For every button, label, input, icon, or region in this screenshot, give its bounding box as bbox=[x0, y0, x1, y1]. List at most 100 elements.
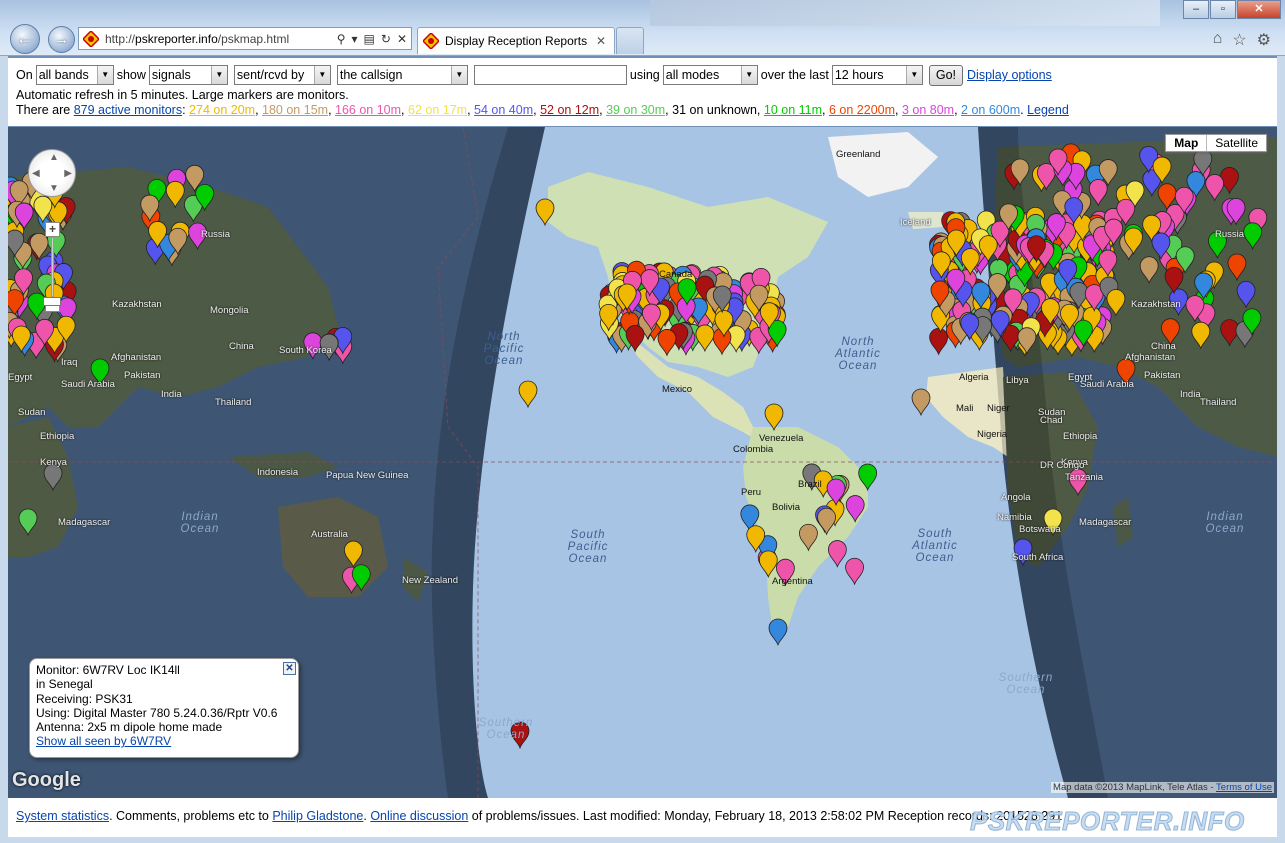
ocean-label: North Atlantic Ocean bbox=[835, 336, 881, 372]
map-place-label: Sudan bbox=[18, 407, 46, 418]
active-monitors-link[interactable]: 879 active monitors bbox=[74, 103, 182, 117]
using-label: using bbox=[629, 68, 660, 82]
band-count[interactable]: 6 on 2200m bbox=[829, 103, 895, 117]
refresh-icon[interactable]: ↻ bbox=[381, 32, 391, 46]
background-window-strip bbox=[650, 0, 1160, 26]
who-select-value: the callsign bbox=[339, 68, 403, 82]
band-count[interactable]: 39 on 30m bbox=[606, 103, 665, 117]
there-are-label: There are bbox=[16, 103, 71, 117]
map-place-label: China bbox=[229, 341, 254, 352]
band-separator: , bbox=[467, 103, 475, 117]
map-place-label: India bbox=[161, 389, 182, 400]
band-count[interactable]: 52 on 12m bbox=[540, 103, 599, 117]
band-summary: There are 879 active monitors: 274 on 20… bbox=[16, 103, 1277, 117]
ocean-label: Southern Ocean bbox=[478, 717, 534, 741]
display-options-link[interactable]: Display options bbox=[967, 68, 1052, 82]
info-using: Using: Digital Master 780 5.24.0.36/Rptr… bbox=[36, 705, 278, 720]
map-place-label: Papua New Guinea bbox=[326, 470, 409, 481]
maximize-icon[interactable]: ▫ bbox=[1210, 0, 1236, 19]
map-place-label: Peru bbox=[741, 487, 762, 498]
go-button[interactable]: Go! bbox=[928, 64, 964, 86]
pan-down-icon[interactable]: ▼ bbox=[49, 183, 59, 194]
tab-reception-reports[interactable]: Display Reception Reports ✕ bbox=[417, 27, 615, 54]
map-place-label: Botswana bbox=[1019, 524, 1061, 535]
ocean-label: North Pacific Ocean bbox=[483, 331, 525, 367]
zoom-control: + − bbox=[43, 222, 61, 312]
dropdown-icon[interactable]: ▾ bbox=[352, 32, 358, 46]
direction-select[interactable]: sent/rcvd by ▼ bbox=[233, 65, 331, 85]
window-frame-left bbox=[0, 56, 8, 843]
map-place-label: Madagascar bbox=[58, 517, 111, 528]
pan-right-icon[interactable]: ▶ bbox=[64, 168, 72, 179]
band-count[interactable]: 3 on 80m bbox=[902, 103, 954, 117]
map-credit: Map data ©2013 MapLink, Tele Atlas - Ter… bbox=[1051, 782, 1274, 793]
compat-view-icon[interactable]: ▤ bbox=[364, 32, 375, 46]
band-count[interactable]: 2 on 600m bbox=[961, 103, 1020, 117]
map-place-label: Afghanistan bbox=[1125, 352, 1176, 363]
back-arrow-icon[interactable]: ← bbox=[10, 24, 40, 54]
tab-title: Display Reception Reports bbox=[445, 34, 588, 48]
who-select[interactable]: the callsign ▼ bbox=[336, 65, 468, 85]
close-tab-icon[interactable]: ✕ bbox=[596, 34, 606, 48]
what-select[interactable]: signals ▼ bbox=[148, 65, 228, 85]
map-place-label: South Africa bbox=[1012, 552, 1064, 563]
period-select[interactable]: 12 hours ▼ bbox=[831, 65, 923, 85]
map-place-label: Venezuela bbox=[759, 433, 804, 444]
band-count[interactable]: 180 on 15m bbox=[262, 103, 328, 117]
monitor-info-window: ✕ Monitor: 6W7RV Loc IK14ll in Senegal R… bbox=[29, 658, 299, 758]
info-receiving: Receiving: PSK31 bbox=[36, 691, 133, 706]
band-count[interactable]: 54 on 40m bbox=[474, 103, 533, 117]
callsign-input[interactable] bbox=[473, 65, 627, 85]
close-info-icon[interactable]: ✕ bbox=[283, 662, 296, 675]
band-count[interactable]: 166 on 10m bbox=[335, 103, 401, 117]
search-icon[interactable]: ⚲ bbox=[337, 32, 346, 46]
map-place-label: Nigeria bbox=[977, 429, 1008, 440]
pskreporter-favicon-icon bbox=[83, 30, 99, 47]
tools-gear-icon[interactable]: ⚙ bbox=[1257, 30, 1271, 50]
system-statistics-link[interactable]: System statistics bbox=[16, 809, 109, 823]
map-place-label: Libya bbox=[1006, 375, 1029, 386]
band-count[interactable]: 10 on 11m bbox=[764, 103, 822, 117]
google-logo: Google bbox=[12, 769, 81, 791]
favorites-star-icon[interactable]: ☆ bbox=[1232, 30, 1246, 50]
minimize-icon[interactable]: – bbox=[1183, 0, 1209, 19]
band-count[interactable]: 274 on 20m bbox=[189, 103, 255, 117]
url-prefix: http:// bbox=[105, 31, 136, 46]
zoom-slider-rail[interactable] bbox=[51, 237, 54, 297]
home-icon[interactable]: ⌂ bbox=[1213, 30, 1223, 50]
map-place-label: Ethiopia bbox=[40, 431, 75, 442]
new-tab-button[interactable] bbox=[616, 27, 644, 54]
band-select[interactable]: all bands ▼ bbox=[35, 65, 114, 85]
online-discussion-link[interactable]: Online discussion bbox=[370, 809, 468, 823]
map-type-satellite-button[interactable]: Satellite bbox=[1207, 135, 1266, 151]
forward-arrow-icon[interactable]: → bbox=[48, 26, 75, 53]
window-frame-bottom bbox=[0, 837, 1285, 843]
info-antenna: Antenna: 2x5 m dipole home made bbox=[36, 720, 223, 735]
colon-separator: : bbox=[182, 103, 186, 117]
author-link[interactable]: Philip Gladstone bbox=[272, 809, 363, 823]
map-place-label: Russia bbox=[201, 229, 231, 240]
map-place-label: Iraq bbox=[61, 357, 78, 368]
pskreporter-brand-watermark: PSKREPORTER.INFO bbox=[970, 806, 1245, 837]
show-all-seen-link[interactable]: Show all seen by 6W7RV bbox=[36, 734, 171, 748]
close-window-icon[interactable]: ✕ bbox=[1237, 0, 1281, 19]
map-place-label: Namibia bbox=[997, 512, 1032, 523]
pan-up-icon[interactable]: ▲ bbox=[49, 152, 59, 163]
map-place-label: Niger bbox=[987, 403, 1010, 414]
legend-link[interactable]: Legend bbox=[1027, 103, 1069, 117]
zoom-slider-handle[interactable] bbox=[43, 297, 61, 306]
ocean-label: Indian Ocean bbox=[180, 511, 220, 535]
footer-text-1: . Comments, problems etc to bbox=[109, 809, 273, 823]
band-count[interactable]: 62 on 17m bbox=[408, 103, 467, 117]
zoom-in-icon[interactable]: + bbox=[45, 222, 60, 237]
map-type-map-button[interactable]: Map bbox=[1166, 135, 1208, 151]
pan-left-icon[interactable]: ◀ bbox=[32, 168, 40, 179]
terms-of-use-link[interactable]: Terms of Use bbox=[1216, 782, 1272, 793]
stop-icon[interactable]: ✕ bbox=[397, 32, 407, 46]
pan-control[interactable]: ▲ ◀ ▶ ▼ bbox=[28, 149, 76, 197]
map-type-control: Map Satellite bbox=[1165, 134, 1267, 152]
band-count-list: 274 on 20m, 180 on 15m, 166 on 10m, 62 o… bbox=[189, 103, 1027, 117]
address-bar[interactable]: http://pskreporter.info/pskmap.html ⚲ ▾ … bbox=[78, 27, 412, 50]
reception-map[interactable]: Greenland Iceland Russia Russia Kazakhstan Ka… bbox=[8, 127, 1277, 798]
mode-select[interactable]: all modes ▼ bbox=[662, 65, 758, 85]
